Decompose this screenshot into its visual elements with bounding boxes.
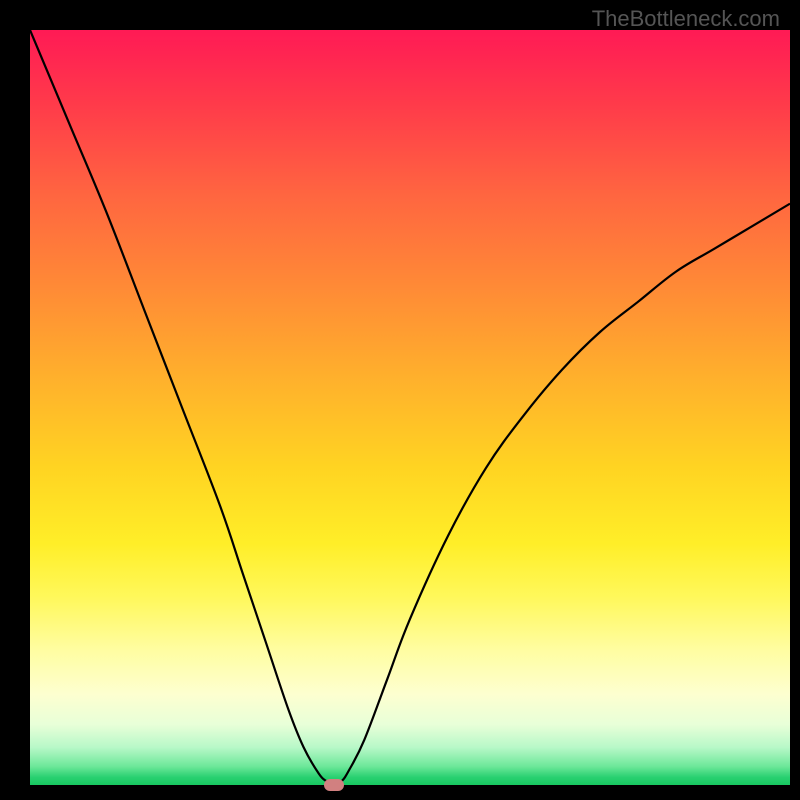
chart-plot-area bbox=[30, 30, 790, 785]
watermark-text: TheBottleneck.com bbox=[592, 6, 780, 32]
chart-curve-svg bbox=[30, 30, 790, 785]
bottleneck-curve bbox=[30, 30, 790, 785]
optimal-point-marker bbox=[324, 779, 344, 791]
